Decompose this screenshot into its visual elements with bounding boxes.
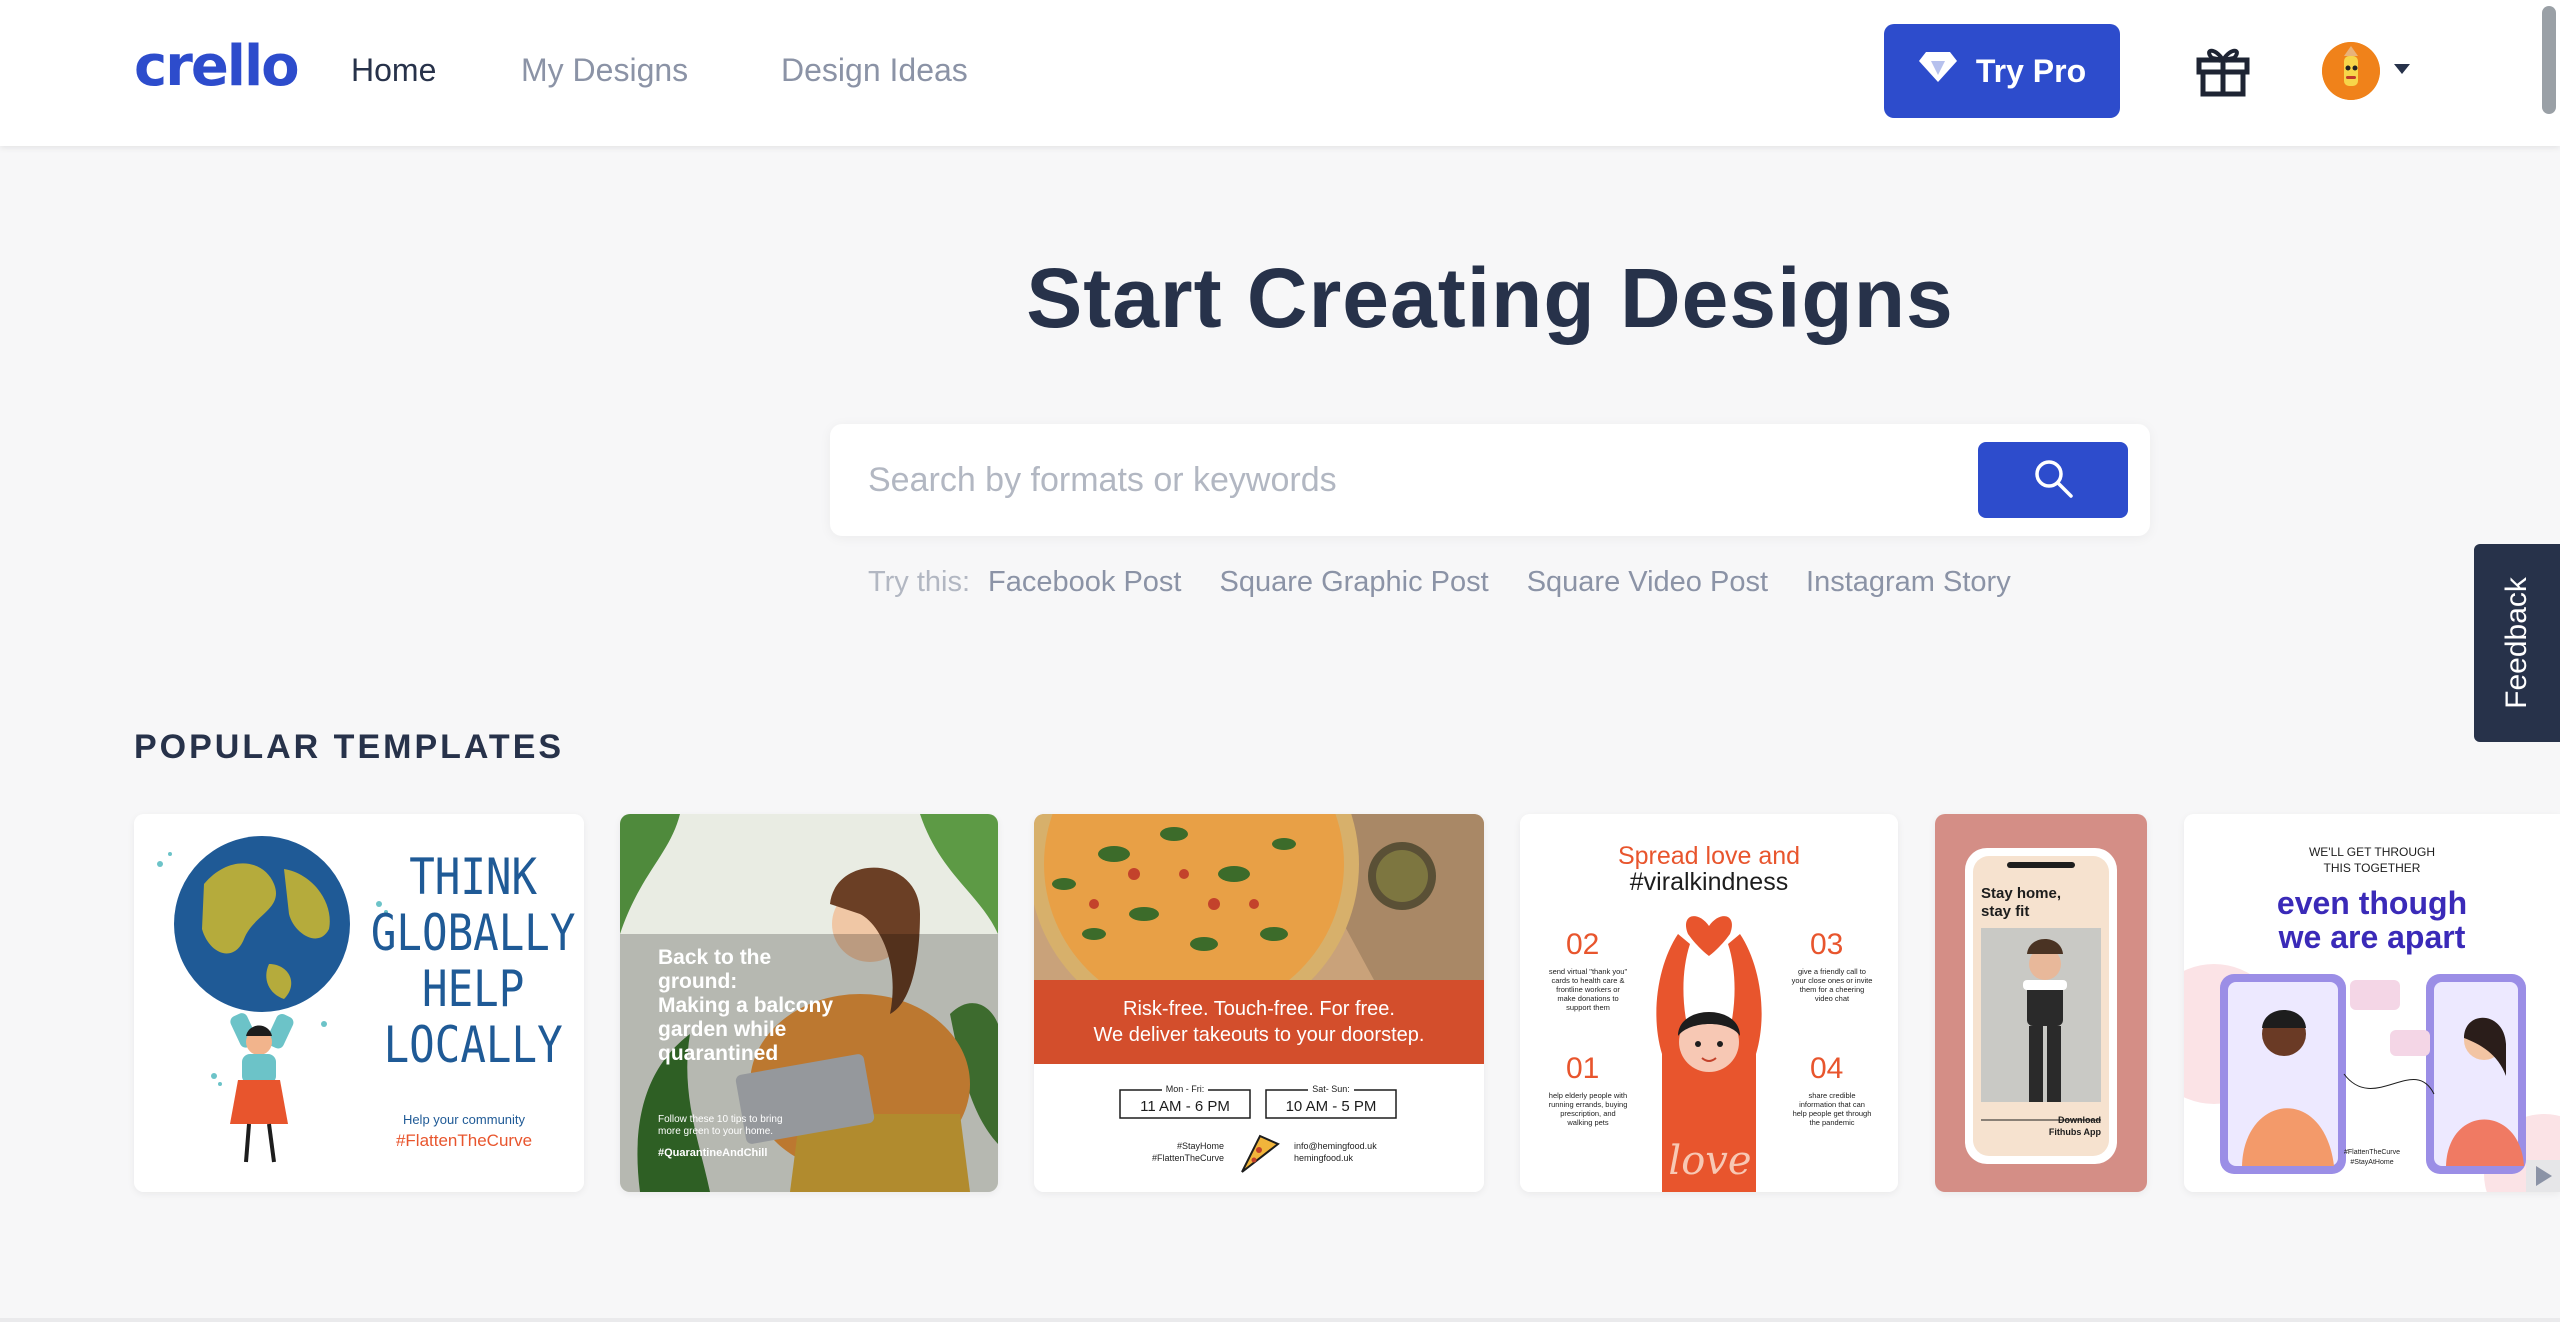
card2-line-2: ground: <box>658 970 737 993</box>
card1-sub: Help your community <box>403 1112 526 1127</box>
try-this-label: Try this: <box>868 566 971 598</box>
card6-tag2: #StayAtHome <box>2350 1159 2393 1166</box>
feedback-tab[interactable]: Feedback <box>2474 544 2560 742</box>
card4-t4-line: the pandemic <box>1809 1118 1854 1127</box>
user-avatar[interactable] <box>2322 42 2380 100</box>
card1-line-3: HELP <box>422 960 524 1018</box>
suggestion-square-graphic-post[interactable]: Square Graphic Post <box>1220 566 1489 599</box>
card4-t1-line: make donations to <box>1557 994 1618 1003</box>
card1-line-4: LOCALLY <box>384 1016 563 1074</box>
nav-design-ideas[interactable]: Design Ideas <box>781 52 968 89</box>
card5-cta1: Download <box>2058 1115 2101 1125</box>
card2-line-3: Making a balcony <box>658 994 833 1017</box>
nav-my-designs[interactable]: My Designs <box>521 52 688 89</box>
template-card-apart-together[interactable]: WE'LL GET THROUGH THIS TOGETHER even tho… <box>2184 814 2560 1192</box>
card2-line-1: Back to the <box>658 946 771 969</box>
card4-title1: Spread love and <box>1618 842 1800 870</box>
card2-line-4: garden while <box>658 1018 786 1041</box>
card4-t3-line: walking pets <box>1566 1118 1609 1127</box>
card1-line-1: THINK <box>409 848 537 906</box>
card4-t3-line: running errands, buying <box>1549 1100 1628 1109</box>
try-pro-button[interactable]: Try Pro <box>1884 24 2120 118</box>
card3-line-1: Risk-free. Touch-free. For free. <box>1123 998 1395 1020</box>
card4-t1-line: support them <box>1566 1003 1610 1012</box>
card3-tag2: #FlattenTheCurve <box>1152 1153 1224 1163</box>
search-icon <box>2031 456 2075 505</box>
card6-tag1: #FlattenTheCurve <box>2344 1149 2400 1156</box>
suggestion-square-video-post[interactable]: Square Video Post <box>1527 566 1768 599</box>
card6-top1: WE'LL GET THROUGH <box>2309 845 2435 859</box>
page-title: Start Creating Designs <box>1026 251 1954 345</box>
card1-line-2: GLOBALLY <box>371 904 576 962</box>
search-bar <box>830 424 2150 536</box>
card4-n2: 03 <box>1810 928 1843 961</box>
card6-big2: we are apart <box>2278 919 2466 955</box>
card1-tag: #FlattenTheCurve <box>396 1131 532 1150</box>
card3-hours2-label: Sat- Sun: <box>1312 1084 1350 1094</box>
card4-n1: 02 <box>1566 928 1599 961</box>
card4-t4-line: help people get through <box>1793 1109 1872 1118</box>
card4-t4-line: share credible <box>1808 1091 1855 1100</box>
card3-hours2: 10 AM - 5 PM <box>1286 1098 1377 1115</box>
template-card-balcony-garden[interactable]: Back to the ground: Making a balcony gar… <box>620 814 998 1192</box>
suggestion-facebook-post[interactable]: Facebook Post <box>988 566 1181 599</box>
card4-t3-line: help elderly people with <box>1549 1091 1627 1100</box>
template-card-viral-kindness[interactable]: Spread love and #viralkindness love 02 0… <box>1520 814 1898 1192</box>
crello-logo[interactable]: crello <box>134 34 300 99</box>
card5-title1: Stay home, <box>1981 885 2061 902</box>
search-button[interactable] <box>1978 442 2128 518</box>
card4-n4: 04 <box>1810 1052 1843 1085</box>
card4-t4-line: information that can <box>1799 1100 1865 1109</box>
card4-t1-line: cards to health care & <box>1552 976 1625 985</box>
card2-sub1: Follow these 10 tips to bring <box>658 1114 783 1125</box>
gift-icon[interactable] <box>2194 42 2252 98</box>
card3-contact1: info@hemingfood.uk <box>1294 1141 1377 1151</box>
card2-line-5: quarantined <box>658 1042 778 1065</box>
template-card-stay-fit[interactable]: Stay home, stay fit Download Fithubs App <box>1935 814 2147 1192</box>
card4-t2-line: them for a cheering <box>1800 985 1865 994</box>
card4-t3-line: prescription, and <box>1560 1109 1615 1118</box>
top-navigation-bar: crello Home My Designs Design Ideas Try … <box>0 0 2560 146</box>
card4-n3: 01 <box>1566 1052 1599 1085</box>
search-input[interactable] <box>868 454 1968 506</box>
card4-t2-line: video chat <box>1815 994 1850 1003</box>
template-card-pizza-delivery[interactable]: Risk-free. Touch-free. For free. We deli… <box>1034 814 1484 1192</box>
try-pro-label: Try Pro <box>1975 52 2087 89</box>
suggestion-instagram-story[interactable]: Instagram Story <box>1806 566 2011 599</box>
card3-line-2: We deliver takeouts to your doorstep. <box>1094 1024 1425 1046</box>
template-card-think-globally[interactable]: THINK GLOBALLY HELP LOCALLY Help your co… <box>134 814 584 1192</box>
card3-hours1: 11 AM - 6 PM <box>1140 1098 1230 1115</box>
card4-t2-line: give a friendly call to <box>1798 967 1866 976</box>
card6-big1: even though <box>2277 885 2467 921</box>
card3-hours1-label: Mon - Fri: <box>1166 1084 1205 1094</box>
suggestion-row: Try this: Facebook Post Square Graphic P… <box>868 566 2011 599</box>
popular-templates-heading: POPULAR TEMPLATES <box>134 728 565 766</box>
card5-cta2: Fithubs App <box>2049 1127 2102 1137</box>
card2-sub2: more green to your home. <box>658 1126 773 1137</box>
account-menu-chevron-down-icon[interactable] <box>2394 64 2410 74</box>
card4-title2: #viralkindness <box>1630 868 1788 896</box>
card4-love: love <box>1668 1138 1751 1184</box>
card4-t1-line: frontline workers or <box>1556 985 1620 994</box>
card6-top2: THIS TOGETHER <box>2324 861 2421 875</box>
nav-home[interactable]: Home <box>351 52 436 89</box>
video-play-icon <box>2526 1160 2560 1192</box>
page-bottom-divider <box>0 1318 2560 1322</box>
diamond-icon <box>1918 50 1958 92</box>
scrollbar-thumb[interactable] <box>2542 6 2556 114</box>
card5-title2: stay fit <box>1981 903 2029 920</box>
card4-t2-line: your close ones or invite <box>1792 976 1873 985</box>
card2-tag: #QuarantineAndChill <box>658 1147 767 1159</box>
feedback-label: Feedback <box>2500 577 2533 709</box>
card4-t1-line: send virtual "thank you" <box>1549 967 1628 976</box>
card3-contact2: hemingfood.uk <box>1294 1153 1354 1163</box>
card3-tag1: #StayHome <box>1177 1141 1224 1151</box>
